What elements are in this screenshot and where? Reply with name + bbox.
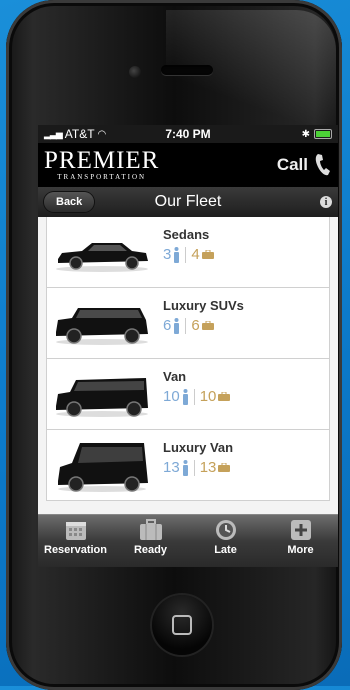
call-button[interactable]: Call — [277, 153, 332, 177]
tab-more[interactable]: More — [263, 515, 338, 567]
bag-count: 4 — [191, 246, 200, 263]
fleet-list: Sedans 3 4 Luxury SUVs 6 6 Van 10 10 Lux… — [38, 217, 338, 515]
luggage-capacity: 10 — [200, 388, 231, 405]
passenger-count: 10 — [163, 388, 180, 405]
person-icon — [174, 246, 180, 263]
premier-logo: PREMIER TRANSPORTATION — [44, 147, 160, 181]
front-camera — [129, 66, 141, 78]
briefcase-icon — [139, 519, 162, 540]
phone-frame: ▂▃▅ AT&T ◠ 7:40 PM ✱ PREMIER TRANSPORTAT… — [6, 0, 342, 690]
luggage-icon — [201, 321, 214, 330]
fleet-item-sedans[interactable]: Sedans 3 4 — [47, 217, 329, 288]
luggage-icon — [201, 250, 214, 259]
person-icon — [182, 388, 188, 405]
person-icon — [182, 459, 188, 476]
back-button[interactable]: Back — [44, 192, 95, 212]
screen: ▂▃▅ AT&T ◠ 7:40 PM ✱ PREMIER TRANSPORTAT… — [38, 125, 338, 567]
fleet-item-luxury-suvs[interactable]: Luxury SUVs 6 6 — [47, 288, 329, 359]
sedan-image — [47, 223, 157, 283]
luxury-van-image — [47, 436, 157, 496]
tab-ready[interactable]: Ready — [113, 515, 188, 567]
plus-icon — [290, 520, 311, 540]
person-icon — [174, 317, 180, 334]
divider — [185, 317, 187, 334]
passenger-capacity: 10 — [163, 388, 189, 405]
logo-tagline: TRANSPORTATION — [57, 173, 147, 181]
info-icon[interactable]: i — [320, 196, 332, 208]
passenger-capacity: 3 — [163, 246, 180, 263]
luggage-icon — [218, 392, 231, 401]
passenger-capacity: 13 — [163, 459, 189, 476]
tab-late[interactable]: Late — [188, 515, 263, 567]
home-button[interactable] — [152, 595, 212, 655]
status-time: 7:40 PM — [165, 127, 211, 141]
divider — [193, 459, 195, 476]
fleet-item-name: Sedans — [163, 227, 210, 242]
suv-image — [47, 294, 157, 354]
van-image — [47, 365, 157, 425]
status-bar: ▂▃▅ AT&T ◠ 7:40 PM ✱ — [38, 125, 338, 143]
phone-handset-icon — [315, 154, 330, 176]
logo-name: PREMIER — [44, 147, 160, 174]
home-square-icon — [172, 615, 192, 635]
fleet-item-name: Luxury Van — [163, 440, 234, 455]
passenger-count: 6 — [163, 317, 172, 334]
passenger-count: 3 — [163, 246, 172, 263]
tab-label: Reservation — [44, 544, 107, 556]
tab-label: Late — [214, 544, 237, 556]
passenger-capacity: 6 — [163, 317, 180, 334]
luggage-capacity: 4 — [191, 246, 214, 263]
call-label: Call — [276, 155, 308, 174]
back-label: Back — [56, 196, 83, 208]
tab-reservation[interactable]: Reservation — [38, 515, 113, 567]
fleet-item-van[interactable]: Van 10 10 — [47, 359, 329, 430]
earpiece-speaker — [161, 65, 213, 75]
fleet-item-name: Luxury SUVs — [163, 298, 244, 313]
bag-count: 13 — [199, 459, 217, 476]
battery-icon — [314, 129, 332, 139]
passenger-count: 13 — [163, 459, 180, 476]
luggage-icon — [218, 463, 231, 472]
tab-bar: Reservation Ready Late More — [38, 514, 338, 567]
divider — [193, 388, 195, 405]
brand-header: PREMIER TRANSPORTATION Call — [38, 143, 338, 187]
tab-label: More — [287, 544, 314, 556]
divider — [185, 246, 187, 263]
bag-count: 10 — [199, 388, 217, 405]
luggage-capacity: 6 — [191, 317, 214, 334]
tab-label: Ready — [133, 544, 168, 556]
bag-count: 6 — [191, 317, 200, 334]
clock-icon — [215, 520, 236, 540]
fleet-item-luxury-van[interactable]: Luxury Van 13 13 — [47, 430, 329, 501]
calendar-icon — [65, 522, 86, 540]
luggage-capacity: 13 — [200, 459, 231, 476]
fleet-item-name: Van — [163, 369, 187, 384]
navigation-bar: Back Our Fleet i — [38, 187, 338, 218]
